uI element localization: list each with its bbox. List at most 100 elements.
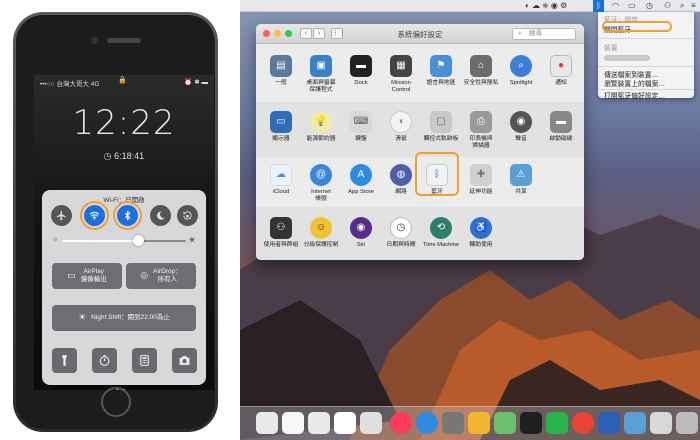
carrier-label: •••○○ 台灣大哥大 4G bbox=[40, 81, 100, 88]
keyboard-icon: ⌨ bbox=[350, 111, 372, 133]
pref-label: 一般 bbox=[275, 80, 287, 86]
menubar-wifi-icon[interactable]: ◠ bbox=[612, 1, 619, 10]
menubar-search-icon[interactable]: ⌕ bbox=[680, 1, 684, 11]
timer-button[interactable] bbox=[92, 348, 117, 373]
menubar-clock-icon[interactable]: ◷ bbox=[646, 1, 653, 10]
flashlight-button[interactable] bbox=[52, 348, 77, 373]
dock-trash-icon[interactable] bbox=[676, 412, 698, 434]
pref-label: 共享 bbox=[515, 189, 527, 195]
pref-sharing[interactable]: ⚠ 共享 bbox=[498, 164, 544, 196]
control-center: Wi-Fi：已開啟 ☼ ☀ ▭ AirPlay 鏡像輸出 ◎ AirDrop： … bbox=[42, 190, 206, 385]
window-titlebar: ‹ › ⋮⋮ 系統偏好設定 ⌕ 搜尋 bbox=[256, 24, 584, 44]
search-field[interactable]: ⌕ 搜尋 bbox=[512, 28, 576, 40]
pref-label: Spotlight bbox=[509, 80, 533, 86]
dock-numbers-icon[interactable] bbox=[334, 412, 356, 434]
pref-label: Time Machine bbox=[422, 242, 460, 248]
airplane-toggle[interactable] bbox=[51, 205, 72, 226]
pref-label: 鍵盤 bbox=[355, 136, 367, 142]
at-sign-icon: @ bbox=[310, 164, 332, 186]
bluetooth-highlight-ring bbox=[113, 201, 142, 230]
pref-label: iCloud bbox=[272, 189, 290, 195]
airplane-icon bbox=[56, 210, 66, 221]
dock-downloads-icon[interactable] bbox=[624, 412, 646, 434]
dock-textedit-icon[interactable] bbox=[308, 412, 330, 434]
airplay-button[interactable]: ▭ AirPlay 鏡像輸出 bbox=[52, 263, 122, 289]
do-not-disturb-toggle[interactable] bbox=[150, 205, 171, 226]
flag-icon: ⚑ bbox=[430, 55, 452, 77]
lightbulb-icon: 💡 bbox=[310, 111, 332, 133]
night-shift-label: Night Shift：關到22:00為止 bbox=[91, 313, 170, 321]
paired-device-item[interactable] bbox=[604, 55, 650, 61]
dock-music-icon[interactable] bbox=[390, 412, 412, 434]
menubar-battery-icon[interactable]: ▭ bbox=[628, 1, 636, 10]
pref-label: 安全性與隱私 bbox=[463, 80, 499, 86]
dock-folder-icon[interactable] bbox=[650, 412, 672, 434]
search-placeholder: 搜尋 bbox=[529, 30, 542, 37]
airplay-icon: ▭ bbox=[67, 270, 76, 281]
dock-terminal-icon[interactable] bbox=[520, 412, 542, 434]
airplay-label: AirPlay 鏡像輸出 bbox=[80, 267, 107, 283]
pref-label: Internet 帳號 bbox=[311, 189, 331, 203]
airdrop-button[interactable]: ◎ AirDrop： 所有人 bbox=[126, 263, 196, 289]
pref-label: 延伸功能 bbox=[469, 189, 493, 195]
pref-accessibility[interactable]: ♿ 輔助使用 bbox=[458, 217, 504, 249]
open-bluetooth-prefs-item[interactable]: 打開藍牙偏好設定… bbox=[604, 90, 665, 100]
dock-tweetbot-icon[interactable] bbox=[468, 412, 490, 434]
search-icon: ⌕ bbox=[518, 30, 522, 37]
lock-screen: •••○○ 台灣大哥大 4G 🔒 ⏰ ✱ ▬ 12:22 ◷ 6:18:41 W… bbox=[34, 75, 214, 390]
home-button[interactable] bbox=[101, 387, 131, 417]
turn-off-highlight bbox=[602, 21, 672, 32]
dock-line-icon[interactable] bbox=[546, 412, 568, 434]
dock-chrome-icon[interactable] bbox=[572, 412, 594, 434]
pref-label: 分級保護控制 bbox=[303, 242, 339, 248]
pref-label: 桌面與螢幕 保護程式 bbox=[306, 80, 336, 94]
pref-notifications[interactable]: ● 通知 bbox=[538, 55, 584, 87]
desktop-icon: ▣ bbox=[310, 55, 332, 77]
brightness-knob[interactable] bbox=[133, 235, 145, 246]
dock-system-prefs-icon[interactable] bbox=[442, 412, 464, 434]
moon-icon bbox=[157, 211, 165, 220]
pref-label: 滑鼠 bbox=[395, 136, 407, 142]
calculator-icon bbox=[140, 355, 149, 366]
alarm-countdown: ◷ 6:18:41 bbox=[103, 151, 145, 161]
timer-icon bbox=[99, 355, 110, 366]
pref-startup-disk[interactable]: ▬ 啟動磁碟 bbox=[538, 111, 584, 143]
menubar-list-icon[interactable]: ≡ bbox=[691, 1, 696, 10]
camera-button[interactable] bbox=[172, 348, 197, 373]
pref-label: App Store bbox=[348, 189, 374, 195]
bluetooth-highlight-box bbox=[415, 152, 459, 196]
dock-word-icon[interactable] bbox=[598, 412, 620, 434]
dock-notes-icon[interactable] bbox=[256, 412, 278, 434]
lock-icon: 🔒 bbox=[118, 77, 127, 84]
menubar-extra-icons[interactable]: ◐ ☁ ⎈ ◉ ⚙ bbox=[525, 1, 567, 11]
night-shift-button[interactable]: ☀ Night Shift：關到22:00為止 bbox=[52, 305, 196, 331]
bluetooth-menu: 藍牙：開啟 關閉藍牙 裝置 傳送檔案到裝置… 瀏覽裝置上的檔案… 打開藍牙偏好設… bbox=[598, 12, 694, 100]
mouse-icon: ◖ bbox=[390, 111, 412, 133]
menubar-user-icon[interactable]: ⚇ bbox=[664, 1, 671, 10]
disk-icon: ▬ bbox=[550, 111, 572, 133]
menu-separator bbox=[598, 66, 694, 67]
rotation-lock-toggle[interactable] bbox=[177, 205, 198, 226]
dock-evernote-icon[interactable] bbox=[494, 412, 516, 434]
pref-label: 通知 bbox=[555, 80, 567, 86]
brightness-slider[interactable]: ☼ ☀ bbox=[52, 235, 196, 246]
general-icon: ▤ bbox=[270, 55, 292, 77]
app-store-icon: A bbox=[350, 164, 372, 186]
brightness-high-icon: ☀ bbox=[187, 235, 196, 245]
puzzle-icon: ✚ bbox=[470, 164, 492, 186]
house-lock-icon: ⌂ bbox=[470, 55, 492, 77]
siri-icon: ◉ bbox=[350, 217, 372, 239]
bluetooth-menubar-icon[interactable]: ᛒ bbox=[593, 0, 604, 12]
mission-control-icon: ▦ bbox=[390, 55, 412, 77]
flashlight-icon bbox=[62, 355, 67, 366]
front-camera bbox=[91, 37, 98, 44]
browse-files-item[interactable]: 瀏覽裝置上的檔案… bbox=[604, 78, 665, 88]
dock-preview-icon[interactable] bbox=[282, 412, 304, 434]
dock-app-icon[interactable] bbox=[360, 412, 382, 434]
pref-label: 能源節約器 bbox=[306, 136, 336, 142]
speaker-icon: ◉ bbox=[510, 111, 532, 133]
pref-label: 語言與地區 bbox=[426, 80, 456, 86]
dock-app-store-icon[interactable] bbox=[416, 412, 438, 434]
pref-label: 輔助使用 bbox=[469, 242, 493, 248]
calculator-button[interactable] bbox=[132, 348, 157, 373]
